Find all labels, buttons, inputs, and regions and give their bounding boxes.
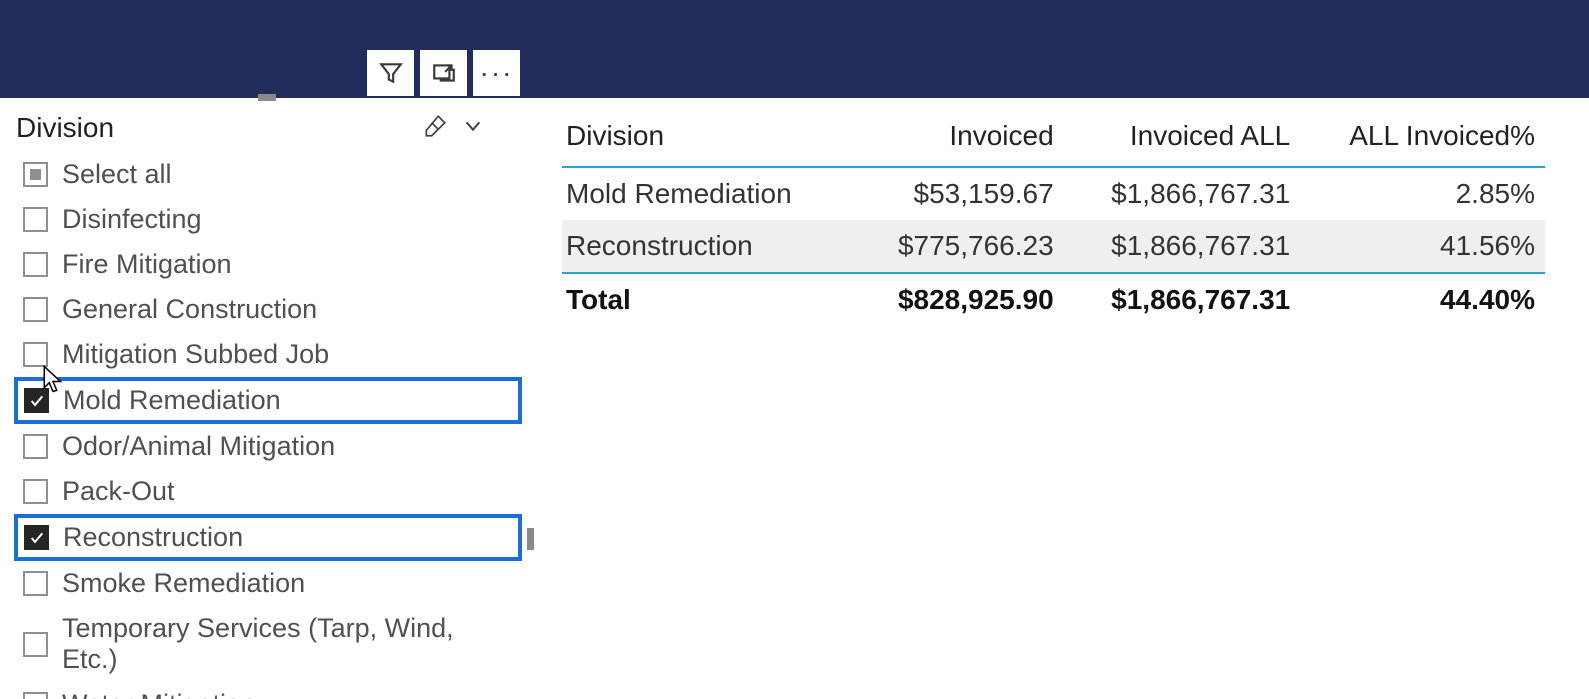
clear-selections-button[interactable] <box>422 113 448 144</box>
filter-button[interactable] <box>367 50 414 96</box>
cell-pct: 2.85% <box>1300 167 1545 220</box>
slicer-item-1[interactable]: Disinfecting <box>14 197 522 242</box>
total-label: Total <box>562 273 856 326</box>
slicer-item-2[interactable]: Fire Mitigation <box>14 242 522 287</box>
col-invoiced[interactable]: Invoiced <box>856 112 1064 167</box>
table-header-row: Division Invoiced Invoiced ALL ALL Invoi… <box>562 112 1545 167</box>
checkbox[interactable] <box>24 388 49 413</box>
invoice-table-visual: Division Invoiced Invoiced ALL ALL Invoi… <box>530 98 1589 699</box>
top-bar: ··· <box>0 0 1589 98</box>
total-invoiced: $828,925.90 <box>856 273 1064 326</box>
slicer-item-label: Mold Remediation <box>63 385 281 416</box>
division-slicer: Division Select all Disinfecting Fire Miti… <box>0 98 530 699</box>
checkbox[interactable] <box>23 571 48 596</box>
more-options-button[interactable]: ··· <box>473 50 520 96</box>
slicer-item-8[interactable]: Reconstruction <box>14 514 522 561</box>
total-pct: 44.40% <box>1300 273 1545 326</box>
cell-invoiced: $775,766.23 <box>856 220 1064 273</box>
slicer-dropdown-toggle[interactable] <box>462 115 484 142</box>
table-row[interactable]: Mold Remediation$53,159.67$1,866,767.312… <box>562 167 1545 220</box>
slicer-item-9[interactable]: Smoke Remediation <box>14 561 522 606</box>
table-body: Mold Remediation$53,159.67$1,866,767.312… <box>562 167 1545 273</box>
slicer-item-10[interactable]: Temporary Services (Tarp, Wind, Etc.) <box>14 606 522 682</box>
content-area: Division Select all Disinfecting Fire Miti… <box>0 98 1589 699</box>
focus-mode-button[interactable] <box>420 50 467 96</box>
slicer-item-0[interactable]: Select all <box>14 152 522 197</box>
checkbox[interactable] <box>24 525 49 550</box>
checkbox[interactable] <box>23 692 48 699</box>
cell-division: Mold Remediation <box>562 167 856 220</box>
col-invoiced-all[interactable]: Invoiced ALL <box>1064 112 1301 167</box>
slicer-item-6[interactable]: Odor/Animal Mitigation <box>14 424 522 469</box>
slicer-item-11[interactable]: Water Mitigation <box>14 682 522 699</box>
slicer-item-5[interactable]: Mold Remediation <box>14 377 522 424</box>
slicer-item-label: Odor/Animal Mitigation <box>62 431 335 462</box>
resize-handle-top[interactable] <box>258 94 276 101</box>
checkbox[interactable] <box>23 434 48 459</box>
slicer-item-label: Fire Mitigation <box>62 249 232 280</box>
slicer-item-label: Pack-Out <box>62 476 175 507</box>
cell-invoiced_all: $1,866,767.31 <box>1064 220 1301 273</box>
check-icon <box>29 393 45 409</box>
slicer-title: Division <box>16 112 114 144</box>
slicer-item-label: Select all <box>62 159 172 190</box>
table-total-row[interactable]: Total $828,925.90 $1,866,767.31 44.40% <box>562 273 1545 326</box>
slicer-item-label: Reconstruction <box>63 522 243 553</box>
slicer-item-3[interactable]: General Construction <box>14 287 522 332</box>
cell-division: Reconstruction <box>562 220 856 273</box>
slicer-header: Division <box>14 108 522 152</box>
checkbox[interactable] <box>23 342 48 367</box>
slicer-item-4[interactable]: Mitigation Subbed Job <box>14 332 522 377</box>
slicer-item-label: Disinfecting <box>62 204 202 235</box>
cell-pct: 41.56% <box>1300 220 1545 273</box>
slicer-item-label: Water Mitigation <box>62 689 256 699</box>
checkbox[interactable] <box>23 207 48 232</box>
check-icon <box>29 530 45 546</box>
invoice-table[interactable]: Division Invoiced Invoiced ALL ALL Invoi… <box>562 112 1545 326</box>
chevron-down-icon <box>462 115 484 137</box>
checkbox[interactable] <box>23 162 48 187</box>
cell-invoiced_all: $1,866,767.31 <box>1064 167 1301 220</box>
slicer-item-label: Temporary Services (Tarp, Wind, Etc.) <box>62 613 513 675</box>
slicer-list: Select all Disinfecting Fire Mitigation Gen… <box>14 152 522 699</box>
focus-icon <box>431 60 457 86</box>
visual-toolbar: ··· <box>367 50 520 96</box>
resize-handle-right[interactable] <box>527 528 534 550</box>
checkbox[interactable] <box>23 297 48 322</box>
checkbox[interactable] <box>23 632 48 657</box>
table-row[interactable]: Reconstruction$775,766.23$1,866,767.3141… <box>562 220 1545 273</box>
cell-invoiced: $53,159.67 <box>856 167 1064 220</box>
col-division[interactable]: Division <box>562 112 856 167</box>
filter-icon <box>378 60 404 86</box>
col-invoiced-pct[interactable]: ALL Invoiced% <box>1300 112 1545 167</box>
checkbox[interactable] <box>23 252 48 277</box>
slicer-item-7[interactable]: Pack-Out <box>14 469 522 514</box>
slicer-item-label: General Construction <box>62 294 317 325</box>
slicer-item-label: Mitigation Subbed Job <box>62 339 329 370</box>
eraser-icon <box>422 113 448 139</box>
checkbox[interactable] <box>23 479 48 504</box>
total-invoiced-all: $1,866,767.31 <box>1064 273 1301 326</box>
slicer-item-label: Smoke Remediation <box>62 568 305 599</box>
